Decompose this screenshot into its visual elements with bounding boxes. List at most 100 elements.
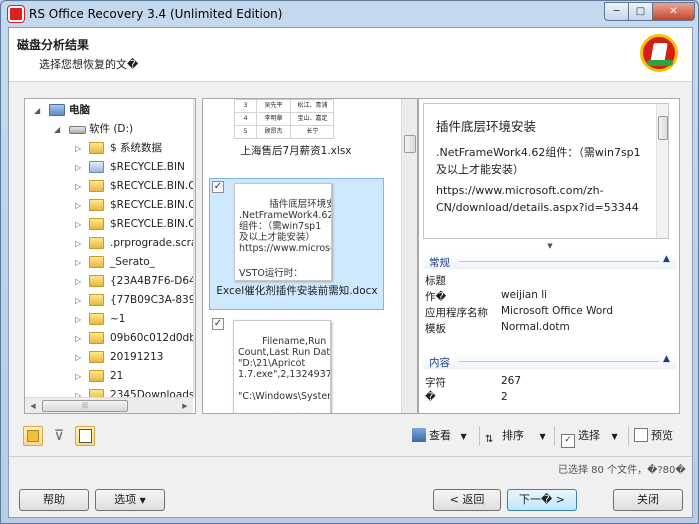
sheet-cell: 宝山、嘉定 bbox=[291, 113, 333, 125]
collapse-up-icon[interactable]: ▲ bbox=[663, 254, 670, 264]
file-item-selected[interactable]: ✓ 插件底层环境安装 .NetFrameWork4.62 组件：（需win7sp… bbox=[209, 178, 384, 310]
drive-icon bbox=[69, 126, 86, 134]
preview-panel: 插件底层环境安装 .NetFrameWork4.62组件：（需win7sp1 及… bbox=[418, 98, 680, 414]
view-icon bbox=[412, 428, 426, 442]
options-button[interactable]: 选项 ▼ bbox=[95, 489, 165, 511]
file-name-xlsx[interactable]: 上海售后7月薪资1.xlsx bbox=[211, 143, 381, 158]
file-list[interactable]: 3 吴先平 松江、青浦 4 李明章 宝山、嘉定 5 顾昂杰 长宁 上海售后7月薪… bbox=[202, 98, 418, 414]
expand-arrow-icon[interactable]: ▷ bbox=[75, 139, 81, 158]
sheet-cell: 李明章 bbox=[257, 113, 291, 125]
property-value: weijian li bbox=[501, 289, 548, 301]
close-button[interactable]: 关闭 bbox=[613, 489, 683, 511]
view-label: 查看 bbox=[429, 429, 451, 442]
tree-item-folder[interactable]: ▷ ~1 bbox=[25, 310, 193, 329]
selection-status: 已选择 80 个文件，�?80� bbox=[558, 465, 686, 476]
tree-item-folder[interactable]: ▷ 20191213 bbox=[25, 348, 193, 367]
property-key: 标题 bbox=[425, 275, 446, 287]
tree-vertical-scrollbar[interactable]: ▲ ▼ bbox=[193, 99, 195, 397]
scroll-left-arrow-icon[interactable]: ◀ bbox=[25, 398, 41, 413]
next-button[interactable]: 下一� > bbox=[507, 489, 577, 511]
collapse-arrow-icon[interactable]: ◢ bbox=[34, 101, 40, 120]
file-thumbnail-csv[interactable]: Filename,Run Count,Last Run Date "D:\21\… bbox=[233, 320, 331, 413]
folder-tree[interactable]: ◢ 电脑 ◢ 软件 (D:) ▷ $ 系统数据 ▷ $RECYCLE.BIN ▷ $REC… bbox=[24, 98, 196, 414]
preview-document[interactable]: 插件底层环境安装 .NetFrameWork4.62组件：（需win7sp1 及… bbox=[423, 103, 669, 239]
computer-icon bbox=[49, 104, 65, 116]
window-title: RS Office Recovery 3.4 (Unlimited Editio… bbox=[29, 7, 283, 21]
scroll-up-arrow-icon[interactable]: ▲ bbox=[194, 99, 195, 115]
section-header-content[interactable]: 内容 ▲ bbox=[423, 353, 677, 369]
tree-item-label: _Serato_ bbox=[110, 256, 155, 268]
folder-icon bbox=[89, 370, 104, 382]
select-menu-button[interactable]: ✓ 选择 ▼ bbox=[561, 427, 618, 448]
scroll-down-arrow-icon[interactable]: ▼ bbox=[194, 381, 195, 397]
expand-arrow-icon[interactable]: ▷ bbox=[75, 177, 81, 196]
expand-arrow-icon[interactable]: ▷ bbox=[75, 310, 81, 329]
tree-item-folder[interactable]: ▷ $ 系统数据 bbox=[25, 139, 193, 158]
tree-item-folder[interactable]: ▷ $RECYCLE.BIN bbox=[25, 158, 193, 177]
expand-arrow-icon[interactable]: ▷ bbox=[75, 253, 81, 272]
tree-view-toggle-button[interactable] bbox=[23, 426, 43, 446]
expand-arrow-icon[interactable]: ▷ bbox=[75, 234, 81, 253]
maximize-button[interactable]: □ bbox=[628, 2, 653, 21]
tree-item-folder[interactable]: ▷ {77B09C3A-839E- bbox=[25, 291, 195, 310]
sheet-cell: 5 bbox=[235, 126, 257, 138]
file-checkbox[interactable]: ✓ bbox=[212, 181, 224, 193]
scroll-thumb[interactable] bbox=[404, 135, 416, 153]
tree-item-folder[interactable]: ▷ $RECYCLE.BIN.OL bbox=[25, 196, 196, 215]
expand-arrow-icon[interactable]: ▷ bbox=[75, 272, 81, 291]
tree-item-folder[interactable]: ▷ .prprograde.scrat bbox=[25, 234, 195, 253]
expand-arrow-icon[interactable]: ▷ bbox=[75, 196, 81, 215]
preview-splitter[interactable]: ▼ bbox=[423, 242, 677, 250]
file-checkbox[interactable]: ✓ bbox=[212, 318, 224, 330]
view-menu-button[interactable]: 查看 ▼ bbox=[412, 427, 467, 447]
preview-button[interactable]: 预览 bbox=[634, 427, 673, 447]
preview-scrollbar[interactable] bbox=[656, 104, 668, 238]
minimize-button[interactable]: ─ bbox=[604, 2, 629, 21]
expand-arrow-icon[interactable]: ▷ bbox=[75, 348, 81, 367]
title-bar[interactable]: RS Office Recovery 3.4 (Unlimited Editio… bbox=[1, 1, 698, 27]
expand-arrow-icon[interactable]: ▷ bbox=[75, 158, 81, 177]
scroll-thumb[interactable]: ||| bbox=[42, 400, 128, 412]
back-button[interactable]: < 返回 bbox=[433, 489, 501, 511]
close-window-button[interactable]: ✕ bbox=[652, 2, 695, 21]
app-window: RS Office Recovery 3.4 (Unlimited Editio… bbox=[0, 0, 699, 524]
thumbnail-text: 插件底层环境安装 .NetFrameWork4.62 组件：（需win7sp1 … bbox=[239, 199, 332, 254]
expand-arrow-icon[interactable]: ▷ bbox=[75, 329, 81, 348]
tree-horizontal-scrollbar[interactable]: ◀ ||| ▶ bbox=[25, 397, 193, 413]
tree-item-folder[interactable]: ▷ _Serato_ bbox=[25, 253, 193, 272]
tree-item-folder[interactable]: ▷ {23A4B7F6-D64E- bbox=[25, 272, 195, 291]
file-thumbnail-docx[interactable]: 插件底层环境安装 .NetFrameWork4.62 组件：（需win7sp1 … bbox=[234, 183, 332, 281]
file-thumbnail-xlsx[interactable]: 3 吴先平 松江、青浦 4 李明章 宝山、嘉定 5 顾昂杰 长宁 bbox=[234, 99, 334, 139]
preview-label: 预览 bbox=[651, 429, 673, 442]
expand-arrow-icon[interactable]: ▷ bbox=[75, 291, 81, 310]
search-view-button[interactable] bbox=[75, 426, 95, 446]
folder-icon bbox=[89, 313, 104, 325]
folder-icon bbox=[89, 351, 104, 363]
folder-icon bbox=[89, 199, 104, 211]
thumbnail-footer-text: VSTO运行时： bbox=[239, 268, 303, 279]
checkbox-icon: ✓ bbox=[561, 434, 575, 448]
tree-item-label: $RECYCLE.BIN.OL bbox=[110, 199, 196, 211]
tree-item-drive[interactable]: ◢ 软件 (D:) bbox=[25, 120, 193, 139]
tree-item-label: $ 系统数据 bbox=[110, 142, 163, 154]
tree-item-folder[interactable]: ▷ $RECYCLE.BIN.OL bbox=[25, 177, 195, 196]
help-button[interactable]: 帮助 bbox=[19, 489, 89, 511]
sort-menu-button[interactable]: ⇅ 排序 ▼ bbox=[485, 427, 546, 447]
file-name-docx[interactable]: Excel催化剂插件安装前需知.docx bbox=[214, 285, 380, 298]
folder-view-icon bbox=[27, 430, 39, 442]
scroll-thumb[interactable] bbox=[658, 116, 668, 140]
expand-arrow-icon[interactable]: ▷ bbox=[75, 215, 81, 234]
filter-icon[interactable]: ⊽ bbox=[49, 426, 69, 446]
tree-item-folder[interactable]: ▷ 21 bbox=[25, 367, 193, 386]
file-list-scrollbar[interactable] bbox=[401, 99, 417, 413]
scroll-right-arrow-icon[interactable]: ▶ bbox=[177, 398, 193, 413]
tree-item-computer[interactable]: ◢ 电脑 bbox=[25, 101, 193, 120]
tree-item-folder[interactable]: ▷ 09b60c012d0db43 bbox=[25, 329, 195, 348]
tree-item-folder[interactable]: ▷ $RECYCLE.BIN.OL bbox=[25, 215, 195, 234]
collapse-up-icon[interactable]: ▲ bbox=[663, 354, 670, 364]
section-header-general[interactable]: 常规 ▲ bbox=[423, 253, 677, 269]
expand-arrow-icon[interactable]: ▷ bbox=[75, 367, 81, 386]
collapse-arrow-icon[interactable]: ◢ bbox=[54, 120, 60, 139]
tree-item-label: 21 bbox=[110, 370, 124, 382]
toolbar-separator bbox=[479, 426, 480, 446]
